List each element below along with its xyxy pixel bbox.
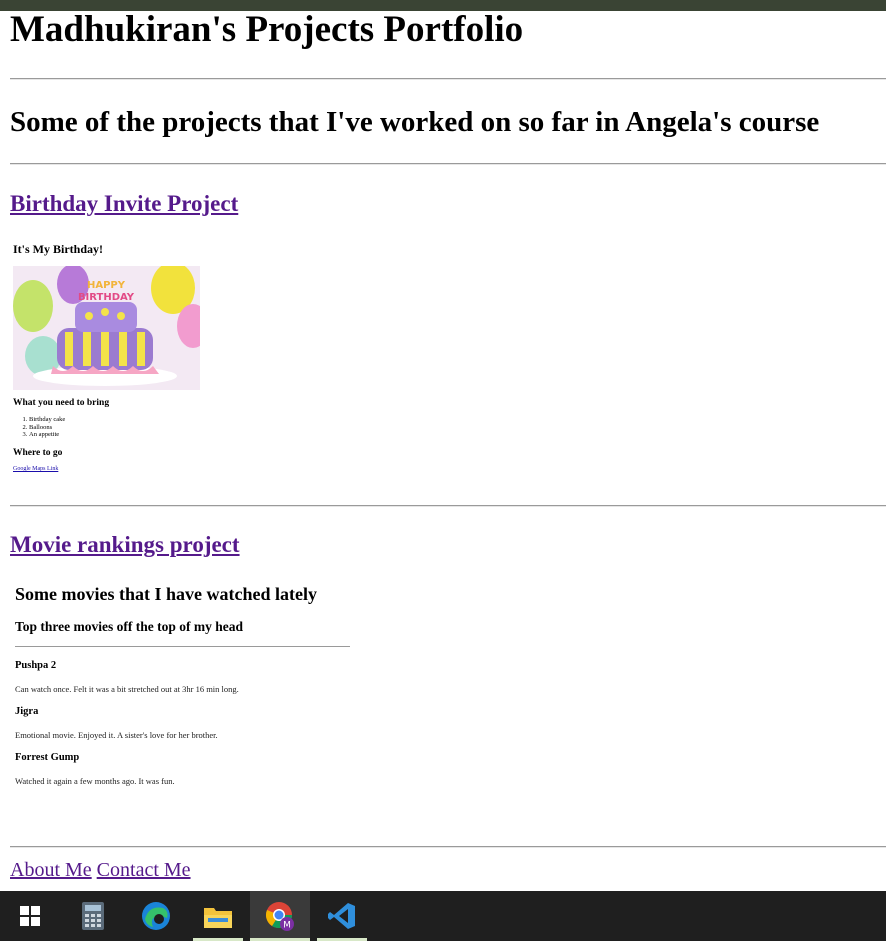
windows-start-icon[interactable]: [5, 891, 55, 941]
page-title: Madhukiran's Projects Portfolio: [10, 9, 524, 50]
divider: [10, 163, 886, 165]
where-heading: Where to go: [13, 448, 63, 458]
movie-description: Can watch once. Felt it was a bit stretc…: [15, 684, 239, 694]
movie-description: Emotional movie. Enjoyed it. A sister's …: [15, 730, 218, 740]
birthday-preview-title: It's My Birthday!: [13, 242, 103, 256]
movie-title: Pushpa 2: [15, 660, 57, 671]
movies-heading: Some movies that I have watched lately: [15, 584, 317, 604]
movie-description: Watched it again a few months ago. It wa…: [15, 776, 175, 786]
bring-list: Birthday cake Balloons An appetite: [13, 416, 65, 439]
movie-title: Forrest Gump: [15, 752, 80, 763]
movie-rankings-preview[interactable]: Some movies that I have watched lately T…: [10, 576, 355, 796]
footer-links: About Me Contact Me: [10, 858, 191, 882]
file-explorer-icon[interactable]: [193, 891, 243, 941]
birthday-invite-preview[interactable]: It's My Birthday! HAPPY BIRTHDAY What yo…: [10, 234, 310, 484]
edge-icon[interactable]: [131, 891, 181, 941]
divider: [15, 646, 350, 647]
birthday-project-link[interactable]: Birthday Invite Project: [10, 190, 238, 218]
movies-subheading: Top three movies off the top of my head: [15, 619, 243, 634]
list-item: Balloons: [29, 424, 65, 432]
list-item: An appetite: [29, 431, 65, 439]
svg-text:HAPPY: HAPPY: [87, 280, 126, 291]
taskbar: M: [0, 891, 886, 941]
contact-me-link[interactable]: Contact Me: [97, 859, 191, 881]
about-me-link[interactable]: About Me: [10, 859, 92, 881]
divider: [10, 505, 886, 507]
vscode-icon[interactable]: [317, 891, 367, 941]
svg-text:BIRTHDAY: BIRTHDAY: [78, 292, 135, 303]
list-item: Birthday cake: [29, 416, 65, 424]
movie-project-link[interactable]: Movie rankings project: [10, 531, 240, 559]
divider: [10, 78, 886, 80]
divider: [10, 846, 886, 848]
movie-title: Jigra: [15, 706, 39, 717]
google-maps-link[interactable]: Google Maps Link: [13, 466, 58, 472]
bring-heading: What you need to bring: [13, 398, 110, 408]
page-subtitle: Some of the projects that I've worked on…: [10, 106, 820, 138]
chrome-icon[interactable]: M: [250, 891, 310, 941]
svg-text:M: M: [283, 921, 291, 931]
calculator-icon[interactable]: [68, 891, 118, 941]
birthday-cake-image: HAPPY BIRTHDAY: [13, 266, 200, 390]
